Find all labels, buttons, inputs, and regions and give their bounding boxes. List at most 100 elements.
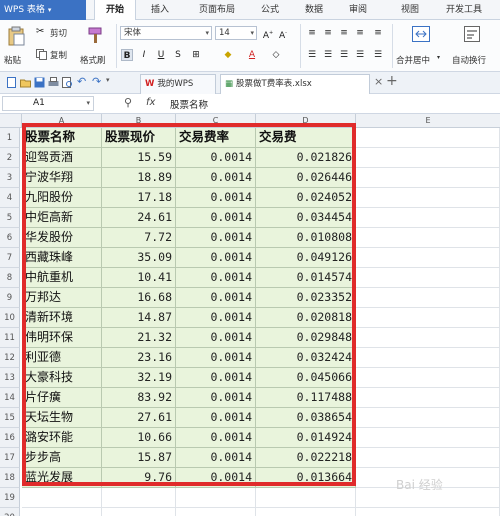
underline-button[interactable]: U — [155, 49, 167, 61]
empty-cell[interactable] — [356, 328, 500, 348]
column-header-c[interactable]: C — [176, 114, 256, 128]
table-cell[interactable]: 步步高 — [22, 448, 102, 468]
spreadsheet-grid[interactable]: A B C D E 1 股票名称 股票现价 交易费率 交易费 2 迎驾贡酒 15.59 0.00… — [0, 114, 500, 516]
bold-button[interactable]: B — [121, 49, 133, 61]
tab-review[interactable]: 审阅 — [340, 0, 376, 20]
table-cell[interactable]: 0.0014 — [176, 248, 256, 268]
zoom-search-icon[interactable]: ⚲ — [124, 96, 132, 109]
empty-cell[interactable] — [356, 148, 500, 168]
table-cell[interactable]: 0.0014 — [176, 428, 256, 448]
row-header[interactable]: 12 — [0, 348, 20, 368]
merge-center-button[interactable]: 合并居中 ▾ — [396, 24, 448, 68]
table-cell[interactable]: 0.020818 — [256, 308, 356, 328]
tab-view[interactable]: 视图 — [392, 0, 428, 20]
row-header[interactable]: 3 — [0, 168, 20, 188]
clear-format-icon[interactable]: ◇ — [270, 49, 282, 61]
table-cell[interactable]: 0.034454 — [256, 208, 356, 228]
empty-cell[interactable] — [102, 508, 176, 516]
table-cell[interactable]: 蓝光发展 — [22, 468, 102, 488]
row-header[interactable]: 16 — [0, 428, 20, 448]
empty-cell[interactable] — [256, 508, 356, 516]
font-name-select[interactable]: 宋体 ▾ — [120, 26, 212, 40]
table-cell[interactable]: 0.0014 — [176, 348, 256, 368]
table-cell[interactable]: 0.117488 — [256, 388, 356, 408]
new-tab-icon[interactable]: + — [386, 73, 398, 89]
wrap-text-button[interactable]: 自动换行 — [450, 24, 496, 68]
empty-cell[interactable] — [22, 488, 102, 508]
table-cell[interactable]: 0.021826 — [256, 148, 356, 168]
table-cell[interactable]: 0.014574 — [256, 268, 356, 288]
row-header[interactable]: 4 — [0, 188, 20, 208]
row-header[interactable]: 11 — [0, 328, 20, 348]
table-cell[interactable]: 83.92 — [102, 388, 176, 408]
font-size-select[interactable]: 14 ▾ — [215, 26, 257, 40]
empty-cell[interactable] — [356, 508, 500, 516]
paste-button[interactable]: 粘贴 — [4, 24, 28, 68]
table-cell[interactable]: 万邦达 — [22, 288, 102, 308]
table-cell[interactable]: 14.87 — [102, 308, 176, 328]
row-header[interactable]: 7 — [0, 248, 20, 268]
empty-cell[interactable] — [356, 168, 500, 188]
save-icon[interactable] — [34, 77, 45, 88]
table-cell[interactable]: 0.022218 — [256, 448, 356, 468]
tab-data[interactable]: 数据 — [296, 0, 332, 20]
row-header[interactable]: 14 — [0, 388, 20, 408]
table-cell[interactable]: 7.72 — [102, 228, 176, 248]
empty-cell[interactable] — [356, 308, 500, 328]
select-all-corner[interactable] — [0, 114, 22, 128]
table-cell[interactable]: 0.032424 — [256, 348, 356, 368]
table-cell[interactable]: 九阳股份 — [22, 188, 102, 208]
new-file-icon[interactable] — [6, 77, 17, 88]
formula-content[interactable]: 股票名称 — [170, 97, 208, 111]
row-header[interactable]: 19 — [0, 488, 20, 508]
row-header[interactable]: 1 — [0, 128, 20, 148]
decrease-font-icon[interactable]: A- — [277, 27, 289, 41]
table-cell[interactable]: 0.010808 — [256, 228, 356, 248]
align-center-icon[interactable]: ☰ — [322, 49, 334, 61]
table-cell[interactable]: 0.0014 — [176, 288, 256, 308]
table-cell[interactable]: 21.32 — [102, 328, 176, 348]
table-cell[interactable]: 18.89 — [102, 168, 176, 188]
table-cell[interactable]: 0.0014 — [176, 268, 256, 288]
table-cell[interactable]: 0.0014 — [176, 328, 256, 348]
align-middle-icon[interactable]: ≡ — [322, 27, 334, 39]
table-cell[interactable]: 0.0014 — [176, 468, 256, 488]
table-cell[interactable]: 中炬高新 — [22, 208, 102, 228]
empty-cell[interactable] — [356, 248, 500, 268]
table-cell[interactable]: 0.0014 — [176, 388, 256, 408]
empty-cell[interactable] — [356, 268, 500, 288]
align-bottom-icon[interactable]: ≡ — [338, 27, 350, 39]
print-preview-icon[interactable] — [62, 77, 73, 88]
table-header-cell[interactable]: 股票现价 — [102, 128, 176, 148]
align-top-icon[interactable]: ≡ — [306, 27, 318, 39]
cut-button[interactable]: ✂ 剪切 — [36, 26, 76, 40]
redo-icon[interactable]: ↷ — [92, 75, 103, 88]
table-cell[interactable]: 27.61 — [102, 408, 176, 428]
table-cell[interactable]: 10.66 — [102, 428, 176, 448]
table-cell[interactable]: 潞安环能 — [22, 428, 102, 448]
row-header[interactable]: 20 — [0, 508, 20, 516]
row-header[interactable]: 10 — [0, 308, 20, 328]
undo-icon[interactable]: ↶ — [77, 75, 88, 88]
tab-page-layout[interactable]: 页面布局 — [186, 0, 248, 20]
tab-developer[interactable]: 开发工具 — [434, 0, 494, 20]
empty-cell[interactable] — [176, 488, 256, 508]
tab-workbook[interactable]: ▦ 股票做T费率表.xlsx — [220, 74, 370, 94]
row-header[interactable]: 15 — [0, 408, 20, 428]
tab-home[interactable]: 开始 — [94, 0, 136, 21]
empty-cell[interactable] — [256, 488, 356, 508]
table-cell[interactable]: 9.76 — [102, 468, 176, 488]
table-cell[interactable]: 0.029848 — [256, 328, 356, 348]
close-tab-icon[interactable]: × — [374, 75, 383, 88]
print-icon[interactable] — [48, 77, 59, 88]
table-cell[interactable]: 利亚德 — [22, 348, 102, 368]
italic-button[interactable]: I — [138, 49, 150, 61]
table-cell[interactable]: 0.024052 — [256, 188, 356, 208]
table-cell[interactable]: 0.0014 — [176, 188, 256, 208]
table-cell[interactable]: 17.18 — [102, 188, 176, 208]
table-cell[interactable]: 0.014924 — [256, 428, 356, 448]
empty-cell[interactable] — [102, 488, 176, 508]
function-icon[interactable]: fx — [146, 97, 155, 108]
increase-font-icon[interactable]: A+ — [262, 27, 274, 41]
row-header[interactable]: 2 — [0, 148, 20, 168]
